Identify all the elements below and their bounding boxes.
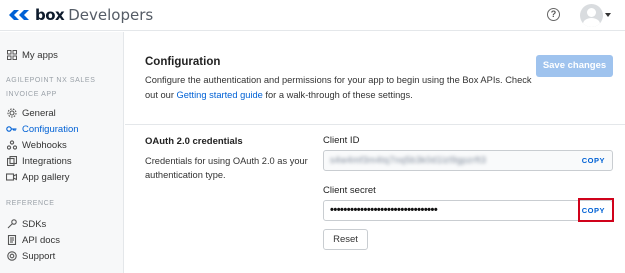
avatar-icon[interactable] bbox=[580, 4, 603, 27]
client-secret-label: Client secret bbox=[323, 185, 376, 196]
sidebar-item-app-gallery[interactable]: App gallery bbox=[6, 170, 70, 184]
sidebar-item-integrations[interactable]: Integrations bbox=[6, 154, 72, 168]
integrations-icon bbox=[6, 156, 17, 167]
sidebar-item-label: App gallery bbox=[22, 171, 70, 183]
sidebar-item-label: Configuration bbox=[22, 123, 79, 135]
sidebar-item-label: SDKs bbox=[22, 218, 47, 230]
oauth-section-description: Credentials for using OAuth 2.0 as your … bbox=[145, 156, 308, 180]
webhook-icon bbox=[6, 140, 17, 151]
key-icon bbox=[6, 124, 17, 135]
sidebar-item-support[interactable]: Support bbox=[6, 249, 55, 263]
copy-highlight-box bbox=[578, 198, 614, 222]
getting-started-link[interactable]: Getting started guide bbox=[177, 90, 263, 100]
client-id-value: s4w4mf3m4tq7nq5b3k0d1lzl9gpzrft3 bbox=[330, 155, 487, 165]
sidebar-reference-heading: REFERENCE bbox=[6, 200, 55, 207]
client-secret-value: •••••••••••••••••••••••••••••••• bbox=[330, 204, 438, 216]
page-description: Configure the authentication and permiss… bbox=[145, 75, 532, 100]
main-content: Configuration Configure the authenticati… bbox=[125, 32, 625, 273]
client-id-field[interactable]: s4w4mf3m4tq7nq5b3k0d1lzl9gpzrft3 COPY bbox=[323, 150, 613, 171]
page-title: Configuration bbox=[145, 56, 221, 68]
sidebar-item-label: Integrations bbox=[22, 155, 72, 167]
sidebar-item-label: Support bbox=[22, 250, 56, 262]
sidebar-item-sdks[interactable]: SDKs bbox=[6, 217, 46, 231]
oauth-section-title: OAuth 2.0 credentials bbox=[145, 136, 243, 147]
grid-icon bbox=[6, 50, 17, 61]
sidebar-item-label: API docs bbox=[22, 234, 61, 246]
logo-box-text: box bbox=[35, 6, 65, 24]
lifebuoy-icon bbox=[6, 251, 17, 262]
gallery-icon bbox=[6, 172, 17, 183]
logo-product-text: Developers bbox=[68, 6, 154, 24]
sidebar-item-general[interactable]: General bbox=[6, 106, 56, 120]
sidebar-item-label: My apps bbox=[22, 49, 58, 61]
sidebar-item-webhooks[interactable]: Webhooks bbox=[6, 138, 67, 152]
document-icon bbox=[6, 235, 17, 246]
help-icon[interactable]: ? bbox=[547, 8, 560, 21]
caret-down-icon[interactable] bbox=[605, 13, 611, 17]
sidebar-item-configuration[interactable]: Configuration bbox=[6, 122, 79, 136]
sidebar-item-my-apps[interactable]: My apps bbox=[6, 48, 58, 62]
client-secret-field[interactable]: •••••••••••••••••••••••••••••••• COPY bbox=[323, 200, 613, 221]
box-logo-icon bbox=[8, 8, 30, 22]
sidebar: My apps AGILEPOINT NX SALES INVOICE APP … bbox=[0, 32, 124, 273]
gear-icon bbox=[6, 108, 17, 119]
sidebar-app-name: INVOICE APP bbox=[6, 91, 57, 98]
client-id-label: Client ID bbox=[323, 135, 360, 146]
sidebar-item-label: General bbox=[22, 107, 56, 119]
top-bar: box Developers ? bbox=[0, 0, 625, 31]
sidebar-item-label: Webhooks bbox=[22, 139, 67, 151]
save-changes-button[interactable]: Save changes bbox=[536, 55, 613, 77]
wrench-icon bbox=[6, 219, 17, 230]
section-divider bbox=[125, 124, 625, 125]
sidebar-app-group: AGILEPOINT NX SALES bbox=[6, 77, 96, 84]
box-developers-logo[interactable]: box Developers bbox=[8, 6, 153, 24]
sidebar-item-api-docs[interactable]: API docs bbox=[6, 233, 60, 247]
reset-button[interactable]: Reset bbox=[323, 229, 368, 250]
client-id-copy-button[interactable]: COPY bbox=[582, 156, 605, 165]
